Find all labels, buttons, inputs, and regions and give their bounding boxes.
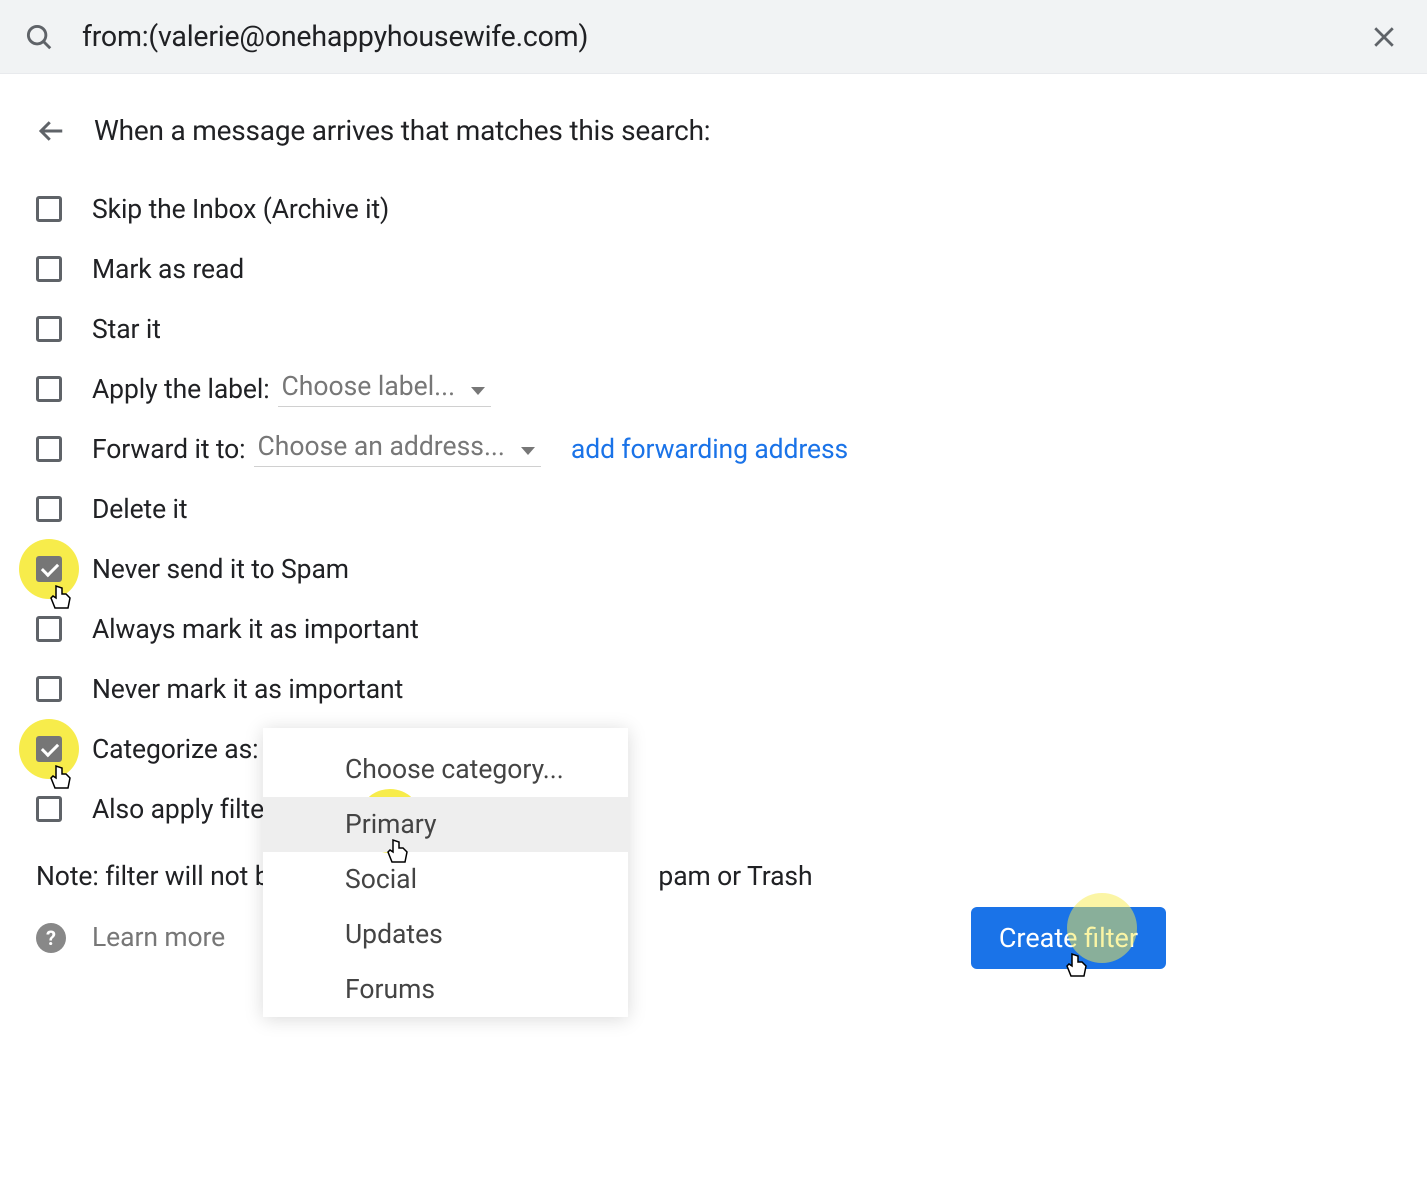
- note-suffix: pam or Trash: [658, 861, 812, 892]
- option-label: Apply the label:: [92, 374, 270, 405]
- checkbox-skip-inbox[interactable]: [36, 196, 62, 222]
- search-input[interactable]: [54, 20, 1361, 53]
- help-icon[interactable]: ?: [36, 923, 66, 953]
- option-label: Never mark it as important: [92, 674, 403, 705]
- search-bar: [0, 0, 1427, 74]
- option-label: Star it: [92, 314, 161, 345]
- checkbox-also-apply[interactable]: [36, 796, 62, 822]
- forward-dropdown[interactable]: Choose an address...: [254, 431, 541, 467]
- highlight-circle: [1067, 893, 1137, 963]
- checkbox-forward-to[interactable]: [36, 436, 62, 462]
- checkbox-mark-read[interactable]: [36, 256, 62, 282]
- checkbox-star-it[interactable]: [36, 316, 62, 342]
- option-label: Also apply filter: [92, 794, 273, 825]
- category-item-updates[interactable]: Updates: [263, 907, 628, 962]
- learn-more-link[interactable]: Learn more: [66, 922, 225, 953]
- footer: ? Learn more Create filter: [0, 892, 1427, 953]
- header-title: When a message arrives that matches this…: [66, 114, 710, 147]
- category-dropdown-popup: Choose category... Primary Social Update…: [263, 728, 628, 1017]
- option-delete-it: Delete it: [36, 479, 1427, 539]
- option-label: Skip the Inbox (Archive it): [92, 194, 389, 225]
- category-item-forums[interactable]: Forums: [263, 962, 628, 1017]
- category-label: Primary: [345, 809, 437, 840]
- caret-down-icon: [521, 431, 535, 462]
- category-item-choose[interactable]: Choose category...: [263, 742, 628, 797]
- search-icon[interactable]: [24, 22, 54, 52]
- caret-down-icon: [471, 371, 485, 402]
- back-arrow-icon[interactable]: [36, 116, 66, 146]
- label-dropdown[interactable]: Choose label...: [278, 371, 492, 407]
- option-label: Delete it: [92, 494, 187, 525]
- option-star-it: Star it: [36, 299, 1427, 359]
- filter-options: Skip the Inbox (Archive it) Mark as read…: [0, 147, 1427, 839]
- option-label: Mark as read: [92, 254, 244, 285]
- filter-header: When a message arrives that matches this…: [0, 74, 1427, 147]
- option-label: Categorize as:: [92, 734, 258, 765]
- checkbox-categorize-as[interactable]: [36, 736, 62, 762]
- checkbox-delete-it[interactable]: [36, 496, 62, 522]
- option-mark-read: Mark as read: [36, 239, 1427, 299]
- dropdown-value: Choose label...: [282, 371, 456, 402]
- option-categorize-as: Categorize as:: [36, 719, 1427, 779]
- option-label: Never send it to Spam: [92, 554, 349, 585]
- note-prefix: Note: filter will not be: [36, 861, 283, 892]
- option-label: Forward it to:: [92, 434, 246, 465]
- option-always-important: Always mark it as important: [36, 599, 1427, 659]
- checkbox-never-important[interactable]: [36, 676, 62, 702]
- close-icon[interactable]: [1361, 14, 1407, 60]
- checkbox-always-important[interactable]: [36, 616, 62, 642]
- filter-note: Note: filter will not be pam or Trash: [0, 839, 1427, 892]
- option-also-apply: Also apply filter: [36, 779, 1427, 839]
- option-never-spam: Never send it to Spam: [36, 539, 1427, 599]
- add-forwarding-address-link[interactable]: add forwarding address: [571, 434, 848, 465]
- option-forward-to: Forward it to: Choose an address... add …: [36, 419, 1427, 479]
- dropdown-value: Choose an address...: [258, 431, 505, 462]
- checkbox-apply-label[interactable]: [36, 376, 62, 402]
- option-apply-label: Apply the label: Choose label...: [36, 359, 1427, 419]
- option-never-important: Never mark it as important: [36, 659, 1427, 719]
- category-item-social[interactable]: Social: [263, 852, 628, 907]
- option-skip-inbox: Skip the Inbox (Archive it): [36, 179, 1427, 239]
- checkbox-never-spam[interactable]: [36, 556, 62, 582]
- option-label: Always mark it as important: [92, 614, 419, 645]
- category-item-primary[interactable]: Primary: [263, 797, 628, 852]
